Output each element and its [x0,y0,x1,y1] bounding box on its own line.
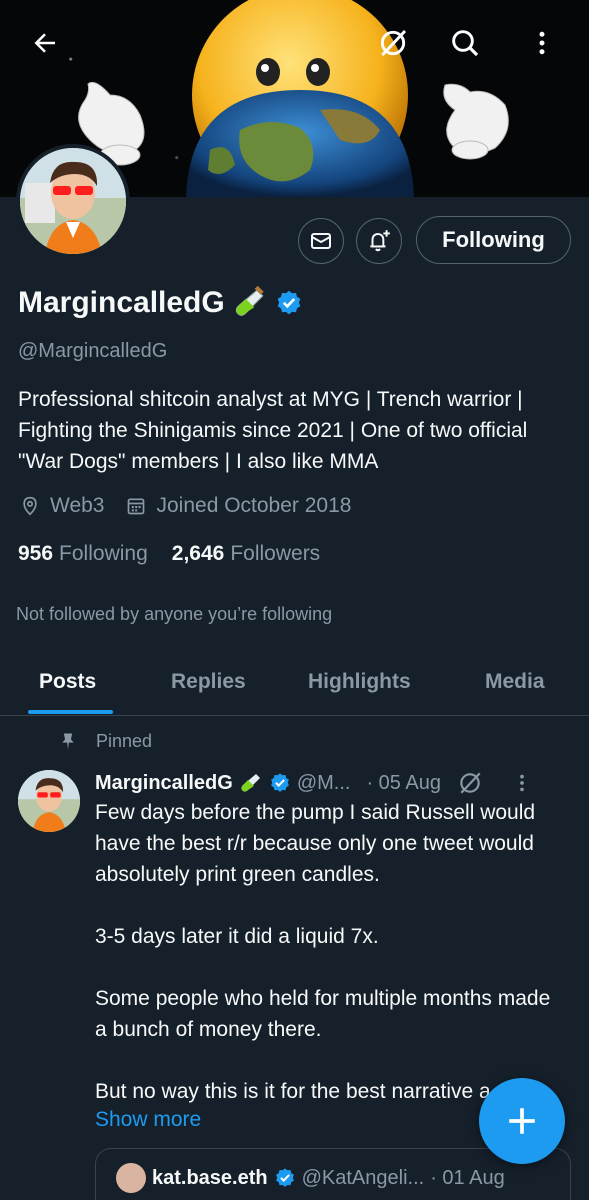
post-header: MargincalledG @M... · 05 Aug [95,768,533,798]
post-date: · 05 Aug [366,771,441,794]
profile-meta: Web3 Joined October 2018 [20,494,373,518]
quote-author-avatar [116,1163,146,1193]
back-button[interactable] [20,18,70,68]
joined-text: Joined October 2018 [156,494,352,517]
more-vertical-icon[interactable] [511,772,533,794]
search-icon [452,30,479,57]
bell-plus-icon [370,230,390,252]
more-options-button[interactable] [517,18,567,68]
avatar-image [18,770,80,832]
quote-header: kat.base.eth @KatAngeli... · 01 Aug [116,1163,505,1193]
followers-count-link[interactable]: 2,646 Followers [172,542,320,566]
grok-icon [380,29,407,57]
display-name: MargincalledG [18,286,225,319]
quote-author-name: kat.base.eth [152,1166,268,1189]
pinned-label: Pinned [96,730,153,751]
notifications-button[interactable] [356,218,402,264]
grok-button[interactable] [368,18,418,68]
tab-highlights[interactable]: Highlights [308,650,411,714]
tab-media[interactable]: Media [485,650,545,714]
profile-handle: @MargincalledG [18,340,168,362]
joined-item: Joined October 2018 [126,494,351,518]
mail-icon [311,233,331,249]
more-vertical-icon [539,31,545,55]
post-author-avatar[interactable] [18,770,80,832]
post-body: Few days before the pump I said Russell … [95,801,551,1103]
following-button[interactable]: Following [416,216,571,264]
pin-icon [62,733,74,750]
location-item: Web3 [20,494,104,518]
following-count: 956 [18,542,54,565]
tab-posts[interactable]: Posts [39,650,96,714]
location-text: Web3 [50,494,105,517]
following-label: Following [59,542,148,565]
pinned-indicator: Pinned [58,730,152,752]
avatar-image [20,148,126,254]
profile-tabs: Posts Replies Highlights Media [0,650,589,716]
active-tab-indicator [28,710,113,714]
follow-counts: 956 Following 2,646 Followers [18,542,320,566]
compose-plus-icon [509,1108,535,1134]
test-tube-icon [241,774,260,792]
followers-label: Followers [230,542,321,565]
post-author-handle: @M... [296,771,351,794]
quote-date: · 01 Aug [430,1166,505,1189]
message-button[interactable] [298,218,344,264]
back-arrow-icon [34,33,55,53]
profile-bio: Professional shitcoin analyst at MYG | T… [18,388,528,473]
profile-avatar[interactable] [16,144,130,258]
search-button[interactable] [440,18,490,68]
grok-icon[interactable] [457,770,483,796]
following-count-link[interactable]: 956 Following [18,542,148,566]
location-icon [23,496,37,516]
test-tube-icon [235,286,264,316]
show-more-link[interactable]: Show more [95,1108,201,1132]
compose-button[interactable] [479,1078,565,1164]
profile-screen: Following MargincalledG @MargincalledG P… [0,0,589,1200]
verified-badge-icon [275,1168,294,1187]
verified-badge-icon [277,290,301,315]
post-author-name[interactable]: MargincalledG [95,772,233,795]
tab-replies[interactable]: Replies [171,650,246,714]
verified-badge-icon [270,773,289,792]
followers-count: 2,646 [171,542,225,565]
quote-author-handle: @KatAngeli... [301,1166,425,1189]
display-name-row: MargincalledG [18,286,303,320]
calendar-icon [128,498,145,515]
not-followed-notice: Not followed by anyone you’re following [16,604,333,624]
